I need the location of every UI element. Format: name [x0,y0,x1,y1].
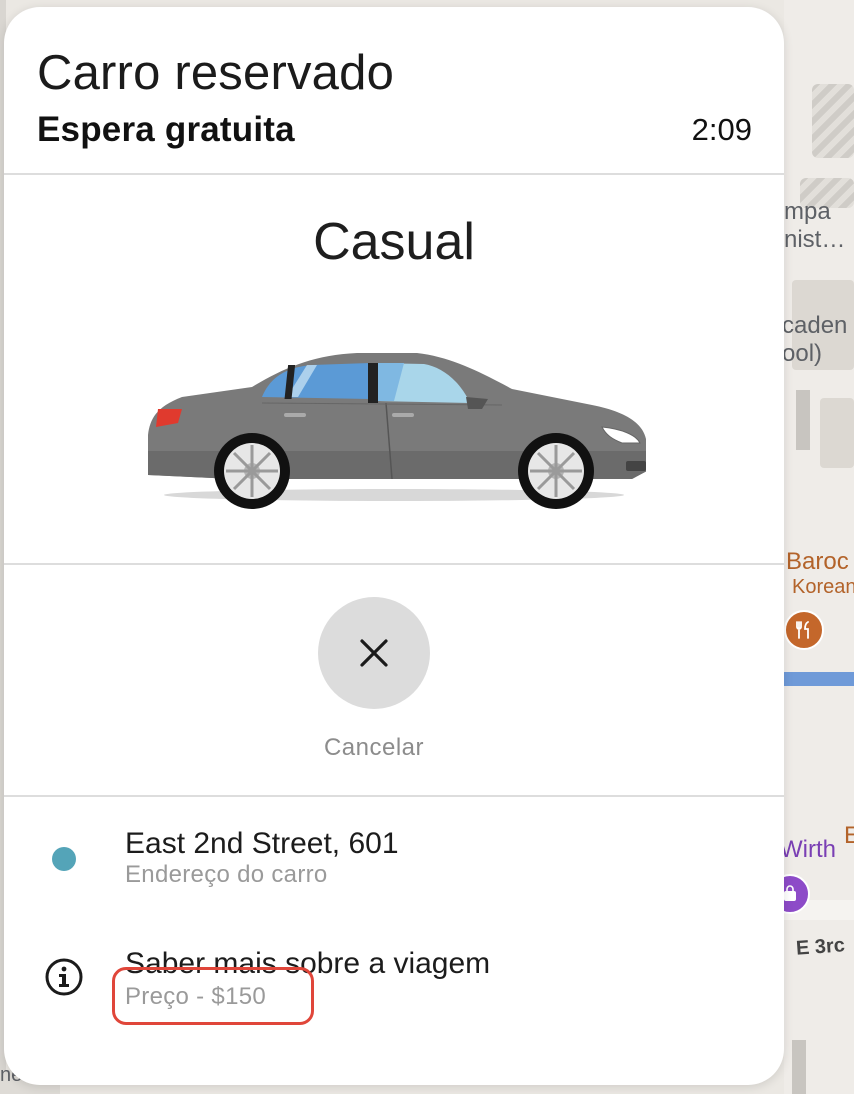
restaurant-pin-icon[interactable] [784,610,824,650]
map-label-e: E [844,822,854,849]
cancel-ride-button[interactable] [318,597,430,709]
page-title: Carro reservado [37,46,395,100]
ride-status-sheet: Carro reservado Espera gratuita 2:09 Cas… [4,7,784,1085]
car-address-caption: Endereço do carro [125,861,328,888]
location-dot-icon [52,847,76,871]
fork-knife-icon [796,621,809,639]
map-label-ool: ool) [782,340,823,367]
map-label-caden: caden [782,312,848,339]
map-label-baroc: Baroc [786,548,849,575]
map-label-e-3rd: E 3rc [795,934,846,960]
trip-info-title: Saber mais sobre a viagem [125,947,491,980]
trip-info-row[interactable]: Saber mais sobre a viagem Preço - $150 [4,927,784,1037]
trip-price: Preço - $150 [125,983,267,1010]
divider [4,563,784,565]
wait-status-label: Espera gratuita [37,110,295,149]
car-address: East 2nd Street, 601 [125,827,399,860]
close-icon [360,639,388,667]
car-address-row[interactable]: East 2nd Street, 601 Endereço do carro [4,807,784,907]
sedan-car-illustration [148,353,646,509]
divider [4,795,784,797]
sheet-header: Carro reservado Espera gratuita 2:09 [4,7,784,173]
info-icon [45,958,83,996]
map-label-mpa: mpa [784,198,831,225]
cancel-label[interactable]: Cancelar [4,734,744,762]
map-label-wirth: Wirth [780,836,836,863]
wait-timer: 2:09 [691,112,752,147]
map-label-nist: nist… [784,226,846,253]
map-label-korean: Korean [792,576,854,598]
divider [4,173,784,175]
ride-type-label: Casual [313,213,475,271]
